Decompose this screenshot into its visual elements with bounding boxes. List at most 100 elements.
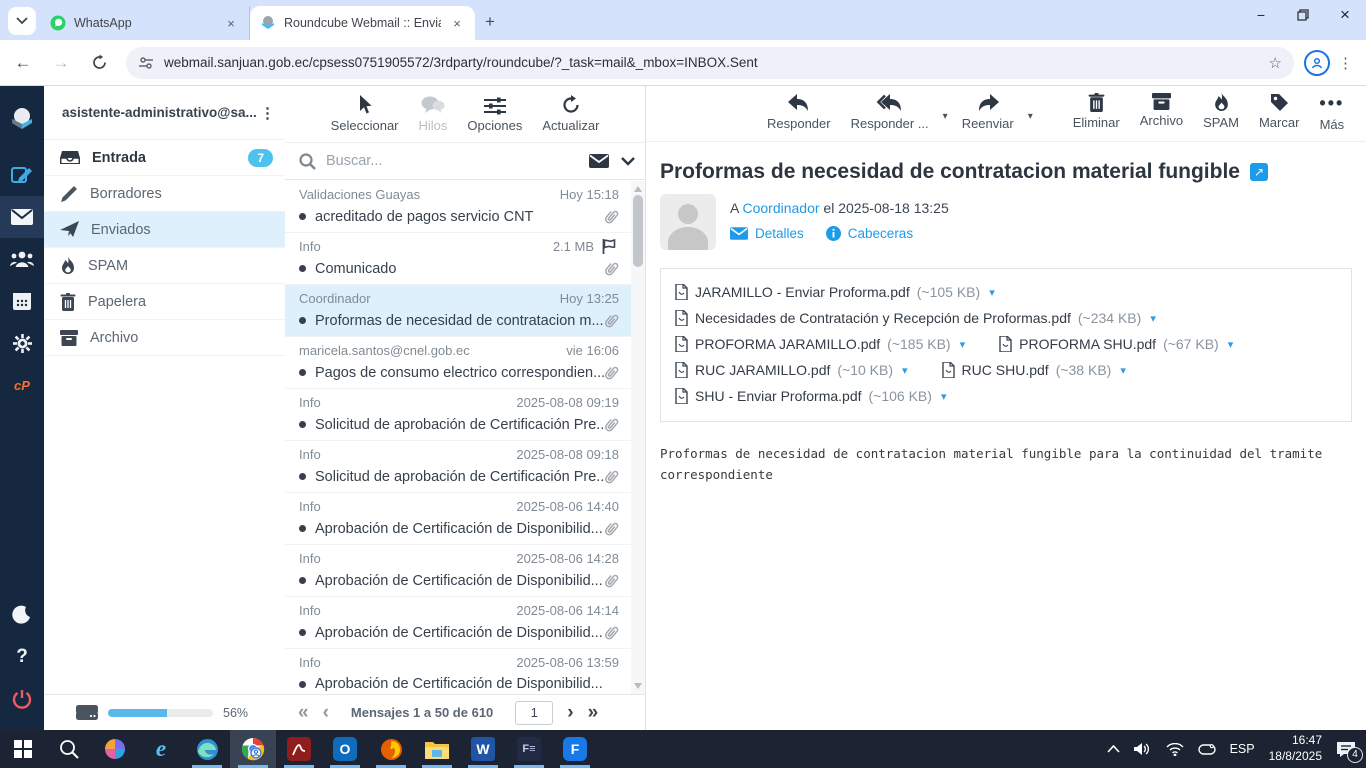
open-in-new-window-icon[interactable]: ↗ [1249, 163, 1268, 181]
folder-enviados[interactable]: Enviados [44, 212, 285, 248]
account-menu-icon[interactable]: ⋮ [260, 104, 275, 122]
attachment-menu-icon[interactable]: ▾ [989, 286, 995, 299]
fs-app-button[interactable]: F≡ [506, 730, 552, 768]
tab-close-icon[interactable]: × [449, 16, 465, 31]
url-text[interactable]: webmail.sanjuan.gob.ec/cpsess0751905572/… [164, 55, 1269, 70]
bookmark-star-icon[interactable]: ☆ [1269, 54, 1282, 72]
mail-nav-button[interactable] [0, 196, 44, 238]
prev-page-icon[interactable]: ‹ [323, 703, 329, 722]
refresh-button[interactable]: Actualizar [542, 93, 599, 133]
folder-archivo[interactable]: Archivo [44, 320, 285, 356]
browser-menu-icon[interactable]: ⋮ [1338, 54, 1354, 72]
list-scrollbar[interactable] [631, 181, 645, 694]
file-explorer-button[interactable] [414, 730, 460, 768]
spam-button[interactable]: SPAM [1197, 93, 1245, 130]
minimize-button[interactable]: − [1240, 0, 1282, 30]
forward-caret-icon[interactable]: ▾ [1028, 111, 1033, 122]
tab-roundcube[interactable]: Roundcube Webmail :: Enviados × [250, 6, 475, 40]
search-scope-mail-icon[interactable] [589, 154, 609, 168]
notification-center-button[interactable]: 4 [1336, 741, 1363, 763]
firefox-button[interactable] [368, 730, 414, 768]
attachment-menu-icon[interactable]: ▾ [960, 338, 966, 351]
attachment-item[interactable]: RUC SHU.pdf (~38 KB) ▾ [941, 362, 1126, 378]
attachment-menu-icon[interactable]: ▾ [1228, 338, 1234, 351]
delete-button[interactable]: Eliminar [1067, 93, 1126, 130]
options-button[interactable]: Opciones [467, 93, 522, 133]
scrollbar-thumb[interactable] [633, 195, 643, 267]
search-bar[interactable]: Buscar... [285, 142, 645, 180]
attachment-item[interactable]: JARAMILLO - Enviar Proforma.pdf (~105 KB)… [675, 284, 995, 300]
wifi-icon[interactable] [1166, 742, 1184, 756]
internet-explorer-button[interactable]: e [138, 730, 184, 768]
address-bar[interactable]: webmail.sanjuan.gob.ec/cpsess0751905572/… [126, 46, 1294, 79]
scroll-down-icon[interactable] [634, 683, 642, 689]
folder-papelera[interactable]: Papelera [44, 284, 285, 320]
reply-all-caret-icon[interactable]: ▾ [943, 111, 948, 122]
tray-expand-icon[interactable] [1107, 745, 1120, 753]
next-page-icon[interactable]: › [567, 703, 573, 722]
contacts-nav-button[interactable] [0, 238, 44, 280]
tab-search-button[interactable] [8, 7, 36, 35]
message-row[interactable]: Info 2025-08-08 09:19 Solicitud de aproba… [285, 389, 631, 441]
reload-button[interactable] [84, 48, 114, 78]
logout-button[interactable] [0, 678, 44, 720]
language-indicator[interactable]: ESP [1230, 742, 1255, 756]
forward-button[interactable]: → [46, 48, 76, 78]
attachment-menu-icon[interactable]: ▾ [1120, 364, 1126, 377]
attachment-menu-icon[interactable]: ▾ [1150, 312, 1156, 325]
close-button[interactable]: × [1324, 0, 1366, 30]
acrobat-button[interactable] [276, 730, 322, 768]
cpanel-link[interactable]: cP [0, 364, 44, 406]
back-button[interactable]: ← [8, 48, 38, 78]
edge-button[interactable] [184, 730, 230, 768]
reply-all-button[interactable]: Responder ... [845, 93, 935, 131]
headers-toggle[interactable]: Cabeceras [825, 226, 913, 241]
folder-borradores[interactable]: Borradores [44, 176, 285, 212]
message-row[interactable]: Info 2025-08-06 14:40 Aprobación de Certi… [285, 493, 631, 545]
dark-mode-button[interactable] [0, 594, 44, 636]
forward-button[interactable]: Reenviar [956, 93, 1020, 131]
attachment-item[interactable]: PROFORMA JARAMILLO.pdf (~185 KB) ▾ [675, 336, 965, 352]
tab-whatsapp[interactable]: WhatsApp × [40, 6, 250, 40]
more-button[interactable]: ••• Más [1313, 93, 1350, 132]
recipient-link[interactable]: Coordinador [742, 200, 819, 216]
search-options-chevron-icon[interactable] [621, 156, 635, 166]
first-page-icon[interactable]: « [298, 703, 309, 722]
attachment-item[interactable]: SHU - Enviar Proforma.pdf (~106 KB) ▾ [675, 388, 946, 404]
folder-entrada[interactable]: Entrada 7 [44, 140, 285, 176]
scroll-up-icon[interactable] [634, 186, 642, 192]
attachment-item[interactable]: Necesidades de Contratación y Recepción … [675, 310, 1156, 326]
message-row-selected[interactable]: Coordinador Hoy 13:25 Proformas de necesi… [285, 285, 631, 337]
attachment-menu-icon[interactable]: ▾ [941, 390, 947, 403]
attachment-item[interactable]: RUC JARAMILLO.pdf (~10 KB) ▾ [675, 362, 908, 378]
tab-close-icon[interactable]: × [223, 16, 239, 31]
message-row[interactable]: maricela.santos@cnel.gob.ec vie 16:06 Pag… [285, 337, 631, 389]
taskbar-search-button[interactable] [46, 730, 92, 768]
settings-nav-button[interactable] [0, 322, 44, 364]
last-page-icon[interactable]: » [588, 703, 599, 722]
page-input[interactable] [515, 700, 554, 725]
message-row[interactable]: Info 2.1 MB Comunicado [285, 233, 631, 285]
message-row[interactable]: Info 2025-08-08 09:18 Solicitud de aproba… [285, 441, 631, 493]
attachment-menu-icon[interactable]: ▾ [902, 364, 908, 377]
calendar-nav-button[interactable] [0, 280, 44, 322]
compose-button[interactable] [0, 154, 44, 196]
word-button[interactable]: W [460, 730, 506, 768]
chrome-button[interactable] [230, 730, 276, 768]
message-row[interactable]: Info 2025-08-06 14:28 Aprobación de Certi… [285, 545, 631, 597]
message-row[interactable]: Validaciones Guayas Hoy 15:18 acreditado … [285, 181, 631, 233]
threads-button[interactable]: Hilos [419, 93, 447, 133]
archive-button[interactable]: Archivo [1134, 93, 1189, 128]
foxit-button[interactable]: F [552, 730, 598, 768]
details-toggle[interactable]: Detalles [730, 226, 804, 241]
attachment-item[interactable]: PROFORMA SHU.pdf (~67 KB) ▾ [999, 336, 1233, 352]
start-button[interactable] [0, 730, 46, 768]
profile-avatar[interactable] [1304, 49, 1330, 76]
clock[interactable]: 16:47 18/8/2025 [1269, 733, 1322, 764]
reply-button[interactable]: Responder [761, 93, 837, 131]
meet-now-icon[interactable] [1197, 743, 1216, 756]
volume-icon[interactable] [1133, 742, 1152, 756]
message-row[interactable]: Info 2025-08-06 14:14 Aprobación de Certi… [285, 597, 631, 649]
mark-button[interactable]: Marcar [1253, 93, 1305, 130]
copilot-button[interactable] [92, 730, 138, 768]
